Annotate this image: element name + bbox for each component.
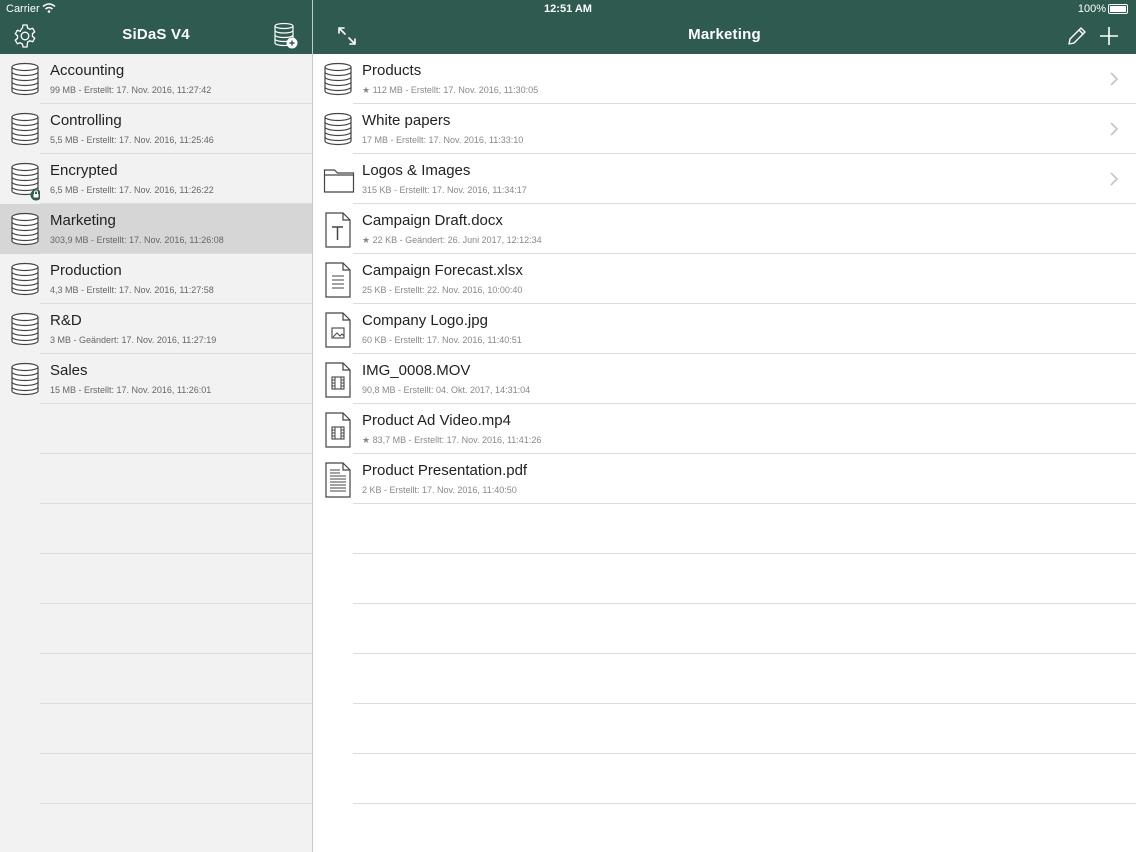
database-icon <box>10 362 40 396</box>
file-row[interactable]: Campaign Draft.docx ★ 22 KB - Geändert: 2… <box>313 204 1136 254</box>
database-list: Accounting 99 MB - Erstellt: 17. Nov. 201… <box>0 54 312 804</box>
file-name: Company Logo.jpg <box>362 312 488 329</box>
database-row[interactable]: Accounting 99 MB - Erstellt: 17. Nov. 201… <box>0 54 312 104</box>
database-name: Sales <box>50 362 88 379</box>
pencil-icon[interactable] <box>1063 22 1091 50</box>
plus-icon[interactable] <box>1095 22 1123 50</box>
file-name: Products <box>362 62 422 79</box>
file-name: Campaign Draft.docx <box>362 212 503 229</box>
file-meta: 315 KB - Erstellt: 17. Nov. 2016, 11:34:… <box>362 185 527 195</box>
file-meta: 2 KB - Erstellt: 17. Nov. 2016, 11:40:50 <box>362 485 517 495</box>
file-name: IMG_0008.MOV <box>362 362 471 379</box>
chevron-right-icon <box>1110 72 1119 86</box>
empty-row <box>313 704 1136 754</box>
database-icon <box>323 112 353 146</box>
row-separator <box>40 803 312 804</box>
database-row[interactable]: Encrypted 6,5 MB - Erstellt: 17. Nov. 201… <box>0 154 312 204</box>
database-meta: 99 MB - Erstellt: 17. Nov. 2016, 11:27:4… <box>50 85 212 95</box>
battery-percent: 100% <box>1077 3 1106 15</box>
database-sidebar: SiDaS V4 Accounting 99 MB - Erstellt: 17.… <box>0 0 313 852</box>
database-name: Production <box>50 262 122 279</box>
file-meta: ★ 83,7 MB - Erstellt: 17. Nov. 2016, 11:… <box>362 435 542 445</box>
chevron-right-icon <box>1110 122 1119 136</box>
database-icon <box>10 62 40 96</box>
database-icon <box>10 112 40 146</box>
empty-row <box>313 654 1136 704</box>
file-list: Products ★ 112 MB - Erstellt: 17. Nov. 20… <box>313 54 1136 804</box>
file-row[interactable]: Logos & Images 315 KB - Erstellt: 17. Nov… <box>313 154 1136 204</box>
video-document-icon <box>323 412 353 448</box>
empty-row <box>313 554 1136 604</box>
text-document-icon <box>323 212 353 248</box>
database-meta: 6,5 MB - Erstellt: 17. Nov. 2016, 11:26:… <box>50 185 214 195</box>
empty-row <box>0 704 312 754</box>
empty-row <box>0 554 312 604</box>
file-row[interactable]: IMG_0008.MOV 90,8 MB - Erstellt: 04. Okt.… <box>313 354 1136 404</box>
database-meta: 15 MB - Erstellt: 17. Nov. 2016, 11:26:0… <box>50 385 212 395</box>
database-meta: 303,9 MB - Erstellt: 17. Nov. 2016, 11:2… <box>50 235 224 245</box>
file-name: Logos & Images <box>362 162 471 179</box>
empty-row <box>0 454 312 504</box>
empty-row <box>313 754 1136 804</box>
file-meta: 60 KB - Erstellt: 17. Nov. 2016, 11:40:5… <box>362 335 522 345</box>
file-name: White papers <box>362 112 451 129</box>
video-document-icon <box>323 362 353 398</box>
content-title: Marketing <box>688 26 761 43</box>
empty-row <box>0 754 312 804</box>
empty-row <box>313 504 1136 554</box>
content-pane: Marketing Products ★ 112 MB - Erstellt: 1… <box>313 0 1136 852</box>
file-meta: 90,8 MB - Erstellt: 04. Okt. 2017, 14:31… <box>362 385 531 395</box>
file-meta: 17 MB - Erstellt: 17. Nov. 2016, 11:33:1… <box>362 135 524 145</box>
file-row[interactable]: Campaign Forecast.xlsx 25 KB - Erstellt: … <box>313 254 1136 304</box>
status-time: 12:51 AM <box>544 3 592 15</box>
file-row[interactable]: White papers 17 MB - Erstellt: 17. Nov. 2… <box>313 104 1136 154</box>
database-icon <box>10 262 40 296</box>
database-lock-icon <box>10 162 42 201</box>
row-separator <box>353 803 1136 804</box>
database-row[interactable]: Production 4,3 MB - Erstellt: 17. Nov. 20… <box>0 254 312 304</box>
file-row[interactable]: Product Ad Video.mp4 ★ 83,7 MB - Erstellt… <box>313 404 1136 454</box>
file-row[interactable]: Products ★ 112 MB - Erstellt: 17. Nov. 20… <box>313 54 1136 104</box>
empty-row <box>0 404 312 454</box>
database-row[interactable]: R&D 3 MB - Geändert: 17. Nov. 2016, 11:27… <box>0 304 312 354</box>
image-document-icon <box>323 312 353 348</box>
spreadsheet-document-icon <box>323 262 353 298</box>
database-icon <box>10 312 40 346</box>
file-row[interactable]: Product Presentation.pdf 2 KB - Erstellt:… <box>313 454 1136 504</box>
database-icon <box>323 62 353 96</box>
file-meta: 25 KB - Erstellt: 22. Nov. 2016, 10:00:4… <box>362 285 523 295</box>
battery-icon <box>1108 4 1128 14</box>
database-name: Controlling <box>50 112 122 129</box>
database-name: R&D <box>50 312 82 329</box>
file-meta: ★ 112 MB - Erstellt: 17. Nov. 2016, 11:3… <box>362 85 539 95</box>
sidebar-title: SiDaS V4 <box>122 26 190 43</box>
database-name: Marketing <box>50 212 116 229</box>
file-name: Campaign Forecast.xlsx <box>362 262 523 279</box>
database-meta: 3 MB - Geändert: 17. Nov. 2016, 11:27:19 <box>50 335 217 345</box>
file-name: Product Presentation.pdf <box>362 462 528 479</box>
empty-row <box>0 504 312 554</box>
empty-row <box>313 604 1136 654</box>
database-meta: 5,5 MB - Erstellt: 17. Nov. 2016, 11:25:… <box>50 135 214 145</box>
status-bar: Carrier 12:51 AM 100% <box>0 0 1136 18</box>
file-meta: ★ 22 KB - Geändert: 26. Juni 2017, 12:12… <box>362 235 542 245</box>
pdf-document-icon <box>323 462 353 498</box>
database-row[interactable]: Controlling 5,5 MB - Erstellt: 17. Nov. 2… <box>0 104 312 154</box>
database-icon <box>10 212 40 246</box>
file-row[interactable]: Company Logo.jpg 60 KB - Erstellt: 17. No… <box>313 304 1136 354</box>
database-name: Accounting <box>50 62 125 79</box>
folder-icon <box>323 162 355 196</box>
database-meta: 4,3 MB - Erstellt: 17. Nov. 2016, 11:27:… <box>50 285 214 295</box>
database-add-icon[interactable] <box>272 22 300 50</box>
chevron-right-icon <box>1110 172 1119 186</box>
database-row[interactable]: Sales 15 MB - Erstellt: 17. Nov. 2016, 11… <box>0 354 312 404</box>
empty-row <box>0 654 312 704</box>
empty-row <box>0 604 312 654</box>
database-name: Encrypted <box>50 162 118 179</box>
file-name: Product Ad Video.mp4 <box>362 412 511 429</box>
database-row[interactable]: Marketing 303,9 MB - Erstellt: 17. Nov. 2… <box>0 204 312 254</box>
